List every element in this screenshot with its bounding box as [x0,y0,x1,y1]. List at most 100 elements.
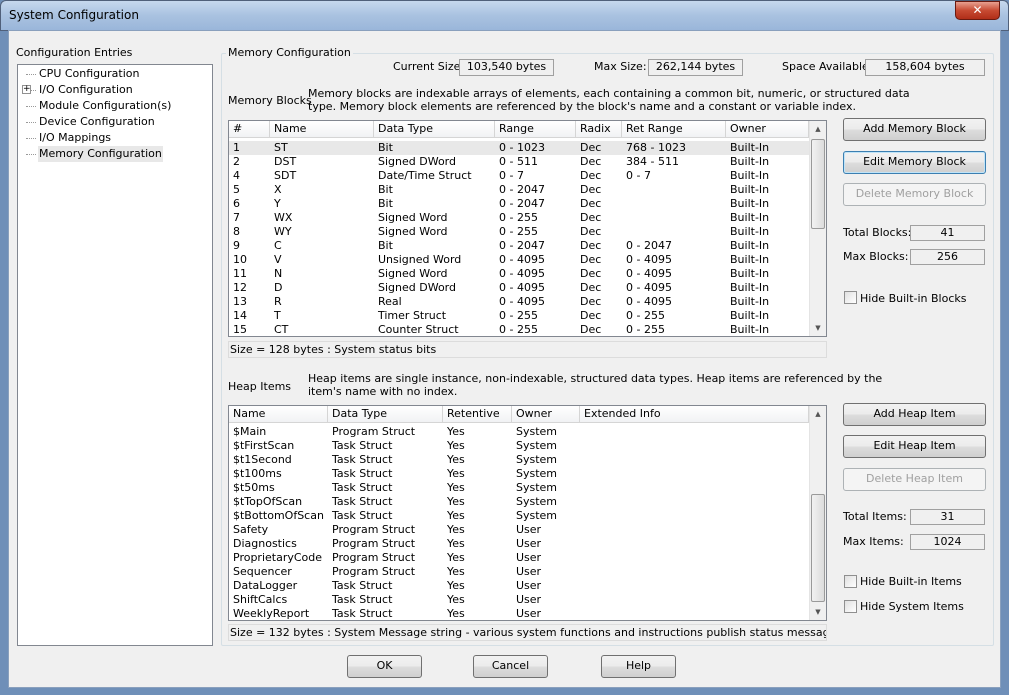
column-header[interactable]: Owner [726,121,809,138]
tree-connector [26,138,36,139]
table-row[interactable]: 10 V Unsigned Word 0 - 4095 Dec 0 - 4095 Built… [229,253,809,267]
column-header[interactable]: Name [229,406,328,423]
add-heap-item-button[interactable]: Add Heap Item [843,403,986,426]
table-cell: System [516,425,558,438]
ok-button[interactable]: OK [347,655,422,678]
memory-blocks-desc-2: type. Memory block elements are referenc… [308,100,856,113]
table-row[interactable]: ShiftCalcs Task Struct Yes User [229,593,809,607]
scroll-down-icon[interactable]: ▼ [810,320,826,336]
table-cell [580,565,809,579]
column-header[interactable]: Data Type [374,121,495,138]
table-row[interactable]: 15 CT Counter Struct 0 - 255 Dec 0 - 255 Built… [229,323,809,336]
table-cell: C [274,239,282,252]
table-cell: System [516,453,558,466]
table-cell: 12 [233,281,247,294]
table-row[interactable]: ProprietaryCode Program Struct Yes User [229,551,809,565]
table-row[interactable]: 5 X Bit 0 - 2047 Dec Built-In [229,183,809,197]
hide-builtin-items-label[interactable]: Hide Built-in Items [860,575,962,588]
tree-item[interactable]: Device Configuration [38,114,156,130]
column-header[interactable]: Retentive [443,406,512,423]
table-row[interactable]: 4 SDT Date/Time Struct 0 - 7 Dec 0 - 7 Built-I… [229,169,809,183]
scroll-up-icon[interactable]: ▲ [810,406,826,422]
delete-memory-block-button[interactable]: Delete Memory Block [843,183,986,206]
delete-heap-item-button[interactable]: Delete Heap Item [843,468,986,491]
column-header[interactable]: Name [270,121,374,138]
table-row[interactable]: Safety Program Struct Yes User [229,523,809,537]
column-header[interactable]: Radix [576,121,622,138]
table-cell: Yes [447,481,465,494]
add-memory-block-button[interactable]: Add Memory Block [843,118,986,141]
table-row[interactable]: $tFirstScan Task Struct Yes System [229,439,809,453]
table-row[interactable]: $t50ms Task Struct Yes System [229,481,809,495]
scroll-thumb[interactable] [811,494,825,602]
table-cell: Program Struct [332,551,416,564]
table-cell: $t50ms [233,481,275,494]
table-cell: R [274,295,282,308]
column-header[interactable]: Ret Range [622,121,726,138]
table-row[interactable]: 14 T Timer Struct 0 - 255 Dec 0 - 255 Built-In [229,309,809,323]
table-cell: User [516,607,542,620]
heap-table-scrollbar[interactable]: ▲ ▼ [809,406,826,620]
table-row[interactable]: $t100ms Task Struct Yes System [229,467,809,481]
expand-icon[interactable]: + [22,85,31,94]
table-row[interactable]: 13 R Real 0 - 4095 Dec 0 - 4095 Built-In [229,295,809,309]
table-cell: Yes [447,495,465,508]
memory-blocks-table[interactable]: 15 CT Counter Struct 0 - 255 Dec 0 - 255 Built… [228,120,827,337]
column-header[interactable]: Data Type [328,406,443,423]
column-header[interactable]: # [229,121,270,138]
table-cell: Task Struct [332,509,393,522]
table-row[interactable]: DataLogger Task Struct Yes User [229,579,809,593]
window-title: System Configuration [9,8,139,22]
hide-system-items-checkbox[interactable] [844,600,857,613]
help-button[interactable]: Help [601,655,676,678]
table-cell: Built-In [730,323,770,336]
table-row[interactable]: $Main Program Struct Yes System [229,425,809,439]
column-header[interactable]: Owner [512,406,580,423]
table-row[interactable]: 8 WY Signed Word 0 - 255 Dec Built-In [229,225,809,239]
table-row[interactable]: $tTopOfScan Task Struct Yes System [229,495,809,509]
table-row[interactable]: 12 D Signed DWord 0 - 4095 Dec 0 - 4095 Built-… [229,281,809,295]
heap-desc-2: item's name with no index. [308,385,458,398]
table-cell: Signed Word [378,211,448,224]
table-row[interactable]: 6 Y Bit 0 - 2047 Dec Built-In [229,197,809,211]
column-header[interactable]: Extended Info [580,406,809,423]
table-row[interactable]: Diagnostics Program Struct Yes User [229,537,809,551]
table-row[interactable]: Sequencer Program Struct Yes User [229,565,809,579]
table-row[interactable]: 2 DST Signed DWord 0 - 511 Dec 384 - 511 Built… [229,155,809,169]
table-cell: 0 - 7 [499,169,524,182]
table-row[interactable]: 7 WX Signed Word 0 - 255 Dec Built-In [229,211,809,225]
hide-builtin-blocks-checkbox[interactable] [844,291,857,304]
cancel-button[interactable]: Cancel [473,655,548,678]
heap-items-table[interactable]: WeeklyReport Task Struct Yes User ShiftCalcs… [228,405,827,621]
table-cell: Safety [233,523,269,536]
edit-memory-block-button[interactable]: Edit Memory Block [843,151,986,174]
close-button[interactable]: ✕ [955,1,1000,20]
hide-builtin-blocks-label[interactable]: Hide Built-in Blocks [860,292,967,305]
table-row[interactable]: 1 ST Bit 0 - 1023 Dec 768 - 1023 Built-In [229,141,809,155]
scroll-up-icon[interactable]: ▲ [810,121,826,137]
tree-item[interactable]: I/O Configuration [38,82,134,98]
edit-heap-item-button[interactable]: Edit Heap Item [843,435,986,458]
table-row[interactable]: $t1Second Task Struct Yes System [229,453,809,467]
table-cell: Built-In [730,239,770,252]
table-cell: Program Struct [332,523,416,536]
table-row[interactable]: 11 N Signed Word 0 - 4095 Dec 0 - 4095 Built-I… [229,267,809,281]
table-cell: Yes [447,467,465,480]
memory-table-scrollbar[interactable]: ▲ ▼ [809,121,826,336]
tree-item[interactable]: Module Configuration(s) [38,98,172,114]
table-row[interactable]: $tBottomOfScan Task Struct Yes System [229,509,809,523]
table-row[interactable]: WeeklyReport Task Struct Yes User [229,607,809,620]
scroll-thumb[interactable] [811,139,825,229]
hide-system-items-label[interactable]: Hide System Items [860,600,964,613]
scroll-down-icon[interactable]: ▼ [810,604,826,620]
table-cell: Task Struct [332,481,393,494]
table-cell: Bit [378,183,393,196]
table-row[interactable]: 9 C Bit 0 - 2047 Dec 0 - 2047 Built-In [229,239,809,253]
hide-builtin-items-checkbox[interactable] [844,575,857,588]
tree-item[interactable]: I/O Mappings [38,130,112,146]
table-cell: 0 - 2047 [499,197,545,210]
tree-item[interactable]: Memory Configuration [38,146,163,162]
config-tree[interactable]: CPU Configuration + I/O Configuration Modul… [17,64,213,646]
column-header[interactable]: Range [495,121,576,138]
tree-item[interactable]: CPU Configuration [38,66,140,82]
